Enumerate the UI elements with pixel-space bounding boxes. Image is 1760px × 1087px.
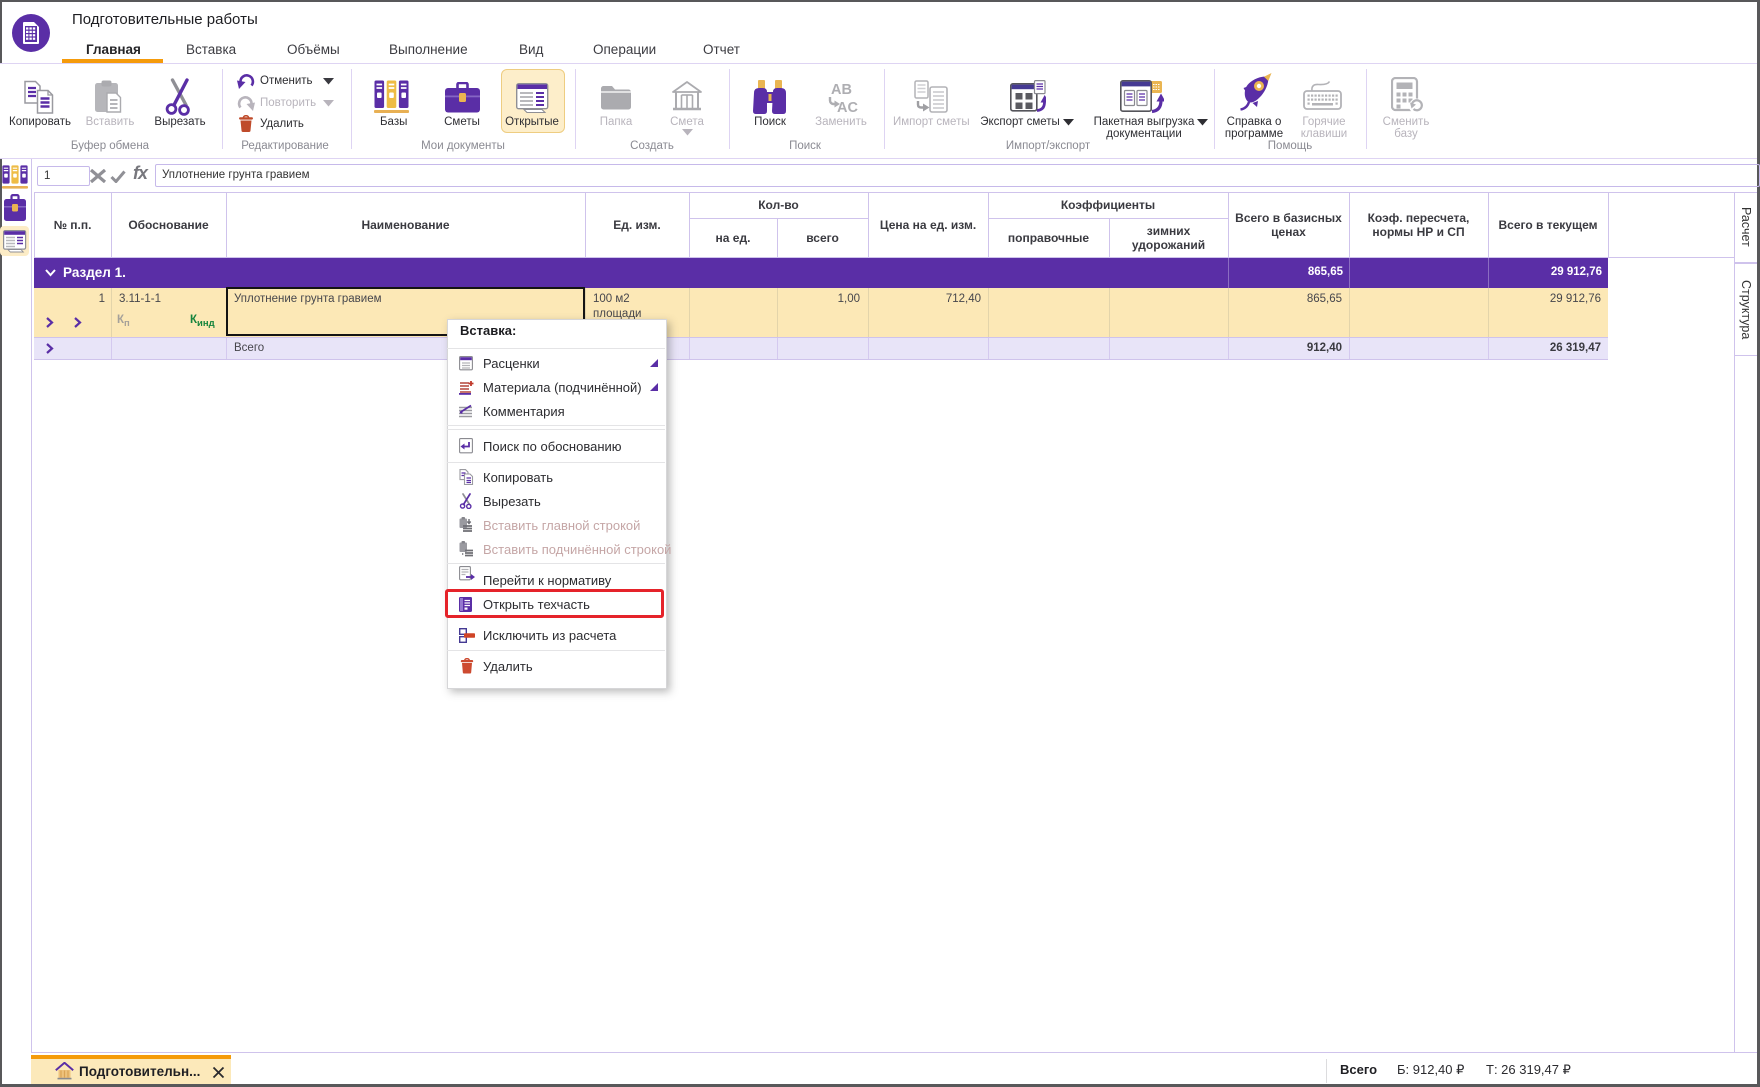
svg-text:AB: AB [831,82,852,98]
svg-text:AC: AC [837,100,858,115]
